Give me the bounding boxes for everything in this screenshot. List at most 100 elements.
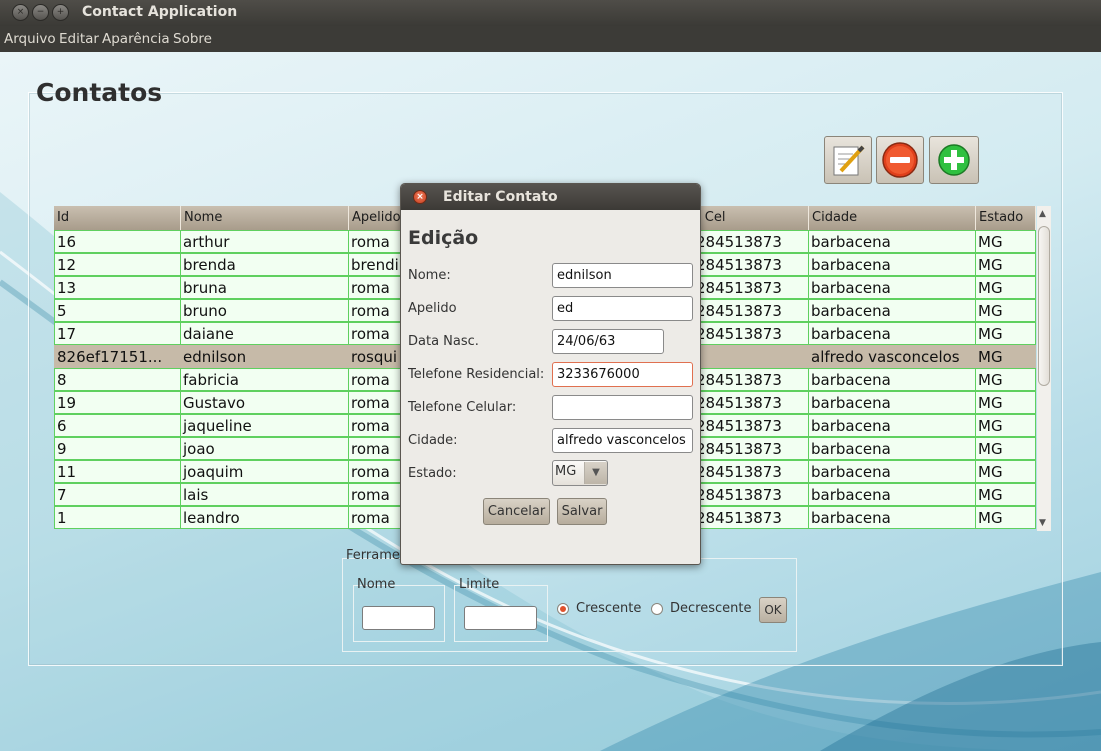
close-dialog-icon[interactable]: × (413, 190, 427, 204)
tools-title: Ferrame (346, 548, 400, 563)
table-cell: 11 (54, 460, 181, 483)
menu-editar[interactable]: Editar (59, 31, 99, 47)
column-nome[interactable]: Nome (181, 206, 349, 230)
remove-icon (882, 142, 918, 178)
table-cell: 284513873 (694, 276, 809, 299)
table-cell: 13 (54, 276, 181, 299)
table-cell: MG (976, 253, 1036, 276)
chevron-down-icon[interactable]: ▼ (584, 462, 607, 484)
table-cell: barbacena (809, 322, 976, 345)
save-button[interactable]: Salvar (557, 498, 607, 525)
table-cell: 5 (54, 299, 181, 322)
apelido-field[interactable]: ed (552, 296, 693, 321)
table-cell: 12 (54, 253, 181, 276)
table-cell: 284513873 (694, 506, 809, 529)
menu-sobre[interactable]: Sobre (173, 31, 212, 47)
dialog-heading: Edição (408, 227, 479, 249)
table-cell: MG (976, 230, 1036, 253)
nome-filter-label: Nome (357, 577, 396, 592)
edit-contact-button[interactable] (824, 136, 872, 184)
table-cell: lais (181, 483, 349, 506)
estado-label: Estado: (408, 466, 457, 481)
telefone-celular-label: Telefone Celular: (408, 400, 517, 415)
table-cell: 16 (54, 230, 181, 253)
cidade-field[interactable]: alfredo vasconcelos (552, 428, 693, 453)
table-cell: barbacena (809, 460, 976, 483)
table-cell: 826ef17151... (54, 345, 181, 368)
table-cell (694, 345, 809, 368)
minimize-window-icon[interactable]: − (32, 4, 49, 21)
decrescente-radio[interactable] (651, 603, 663, 615)
limite-filter-input[interactable] (464, 606, 537, 630)
table-cell: barbacena (809, 230, 976, 253)
close-window-icon[interactable]: × (12, 4, 29, 21)
table-cell: barbacena (809, 437, 976, 460)
nome-field[interactable]: ednilson (552, 263, 693, 288)
edit-icon (833, 145, 865, 176)
table-scrollbar[interactable]: ▲ ▼ (1037, 206, 1051, 531)
column-estado[interactable]: Estado (976, 206, 1036, 230)
table-cell: barbacena (809, 299, 976, 322)
table-cell: 284513873 (694, 230, 809, 253)
edit-contact-dialog: × Editar Contato Edição Nome: ednilson A… (400, 183, 701, 565)
table-cell: joao (181, 437, 349, 460)
remove-contact-button[interactable] (876, 136, 924, 184)
table-cell: 6 (54, 414, 181, 437)
table-cell: brenda (181, 253, 349, 276)
table-cell: barbacena (809, 276, 976, 299)
estado-value: MG (555, 464, 577, 479)
table-cell: MG (976, 368, 1036, 391)
cidade-label: Cidade: (408, 433, 458, 448)
table-cell: 9 (54, 437, 181, 460)
crescente-radio[interactable] (557, 603, 569, 615)
nome-filter-input[interactable] (362, 606, 435, 630)
table-cell: barbacena (809, 483, 976, 506)
menu-aparencia[interactable]: Aparência (102, 31, 170, 47)
menu-arquivo[interactable]: Arquivo (4, 31, 56, 47)
scroll-down-icon[interactable]: ▼ (1039, 518, 1046, 528)
table-cell: barbacena (809, 506, 976, 529)
telefone-celular-field[interactable] (552, 395, 693, 420)
table-cell: barbacena (809, 391, 976, 414)
table-cell: MG (976, 483, 1036, 506)
table-cell: MG (976, 460, 1036, 483)
table-cell: 284513873 (694, 391, 809, 414)
dialog-title: Editar Contato (443, 189, 558, 205)
table-cell: 1 (54, 506, 181, 529)
estado-select[interactable]: MG ▼ (552, 460, 608, 486)
table-cell: daiane (181, 322, 349, 345)
column-cidade[interactable]: Cidade (809, 206, 976, 230)
maximize-window-icon[interactable]: + (52, 4, 69, 21)
table-cell: 284513873 (694, 368, 809, 391)
ok-button[interactable]: OK (759, 597, 787, 623)
limite-filter-label: Limite (459, 577, 500, 592)
nome-label: Nome: (408, 268, 451, 283)
column-celular[interactable]: l Cel (694, 206, 809, 230)
table-cell: fabricia (181, 368, 349, 391)
dialog-title-bar: × Editar Contato (401, 184, 700, 210)
table-cell: barbacena (809, 368, 976, 391)
table-cell: barbacena (809, 253, 976, 276)
table-cell: MG (976, 414, 1036, 437)
table-cell: joaquim (181, 460, 349, 483)
page-title: Contatos (36, 78, 163, 107)
table-cell: 284513873 (694, 253, 809, 276)
table-cell: bruna (181, 276, 349, 299)
table-cell: MG (976, 391, 1036, 414)
add-icon (938, 144, 970, 176)
table-cell: alfredo vasconcelos (809, 345, 976, 368)
table-cell: 17 (54, 322, 181, 345)
data-nasc-label: Data Nasc. (408, 334, 479, 349)
telefone-residencial-field[interactable]: 3233676000 (552, 362, 693, 387)
table-cell: 284513873 (694, 483, 809, 506)
table-cell: 284513873 (694, 437, 809, 460)
scroll-up-icon[interactable]: ▲ (1039, 209, 1046, 219)
cancel-button[interactable]: Cancelar (483, 498, 550, 525)
add-contact-button[interactable] (929, 136, 979, 184)
column-id[interactable]: Id (54, 206, 181, 230)
scroll-thumb[interactable] (1038, 226, 1050, 386)
data-nasc-field[interactable]: 24/06/63 (552, 329, 664, 354)
menu-bar: Arquivo Editar Aparência Sobre (0, 26, 1101, 52)
table-cell: 8 (54, 368, 181, 391)
table-cell: MG (976, 299, 1036, 322)
